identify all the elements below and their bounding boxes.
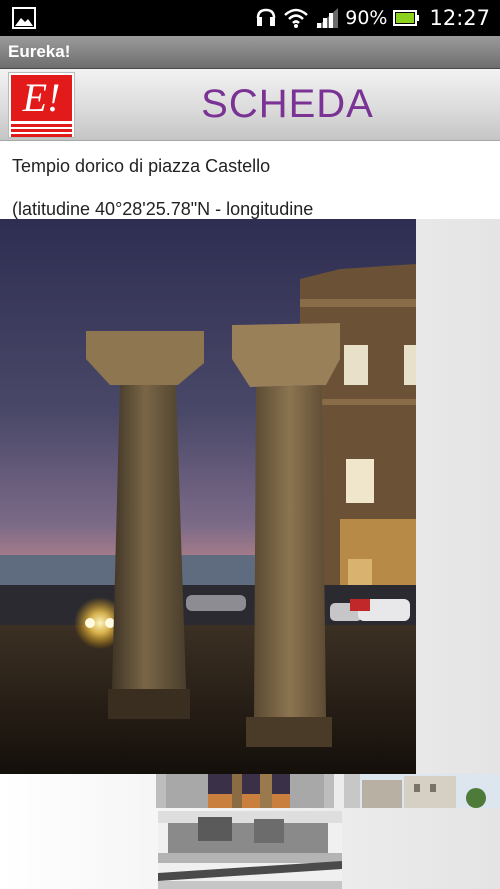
- battery-icon: [393, 10, 420, 26]
- logo-badge: E!: [11, 75, 72, 121]
- logo-stripe: [11, 124, 72, 127]
- status-icons: 90% 12:27: [255, 0, 490, 36]
- place-name: Tempio dorico di piazza Castello: [12, 156, 271, 176]
- app-title: Eureka!: [8, 42, 71, 61]
- coordinates-clip: (latitudine 40°28'25.78"N - longitudine: [0, 199, 500, 219]
- signal-icon: [316, 8, 339, 28]
- logo-stripe: [11, 129, 72, 132]
- header: E! SCHEDA: [0, 69, 500, 141]
- logo-text: E!: [22, 75, 61, 120]
- wifi-icon: [284, 8, 309, 28]
- logo-stripe: [11, 134, 72, 137]
- thumbnail-temple[interactable]: [156, 774, 334, 808]
- headset-icon: [256, 8, 276, 26]
- temple-columns-photo[interactable]: [0, 219, 416, 774]
- detail-content[interactable]: Tempio dorico di piazza Castello (latitu…: [0, 141, 500, 889]
- app-title-bar: Eureka!: [0, 36, 500, 69]
- battery-percent: 90%: [345, 7, 388, 29]
- coordinates-text: (latitudine 40°28'25.78"N - longitudine: [12, 199, 314, 219]
- gallery-icon: [12, 7, 36, 29]
- eureka-logo[interactable]: E!: [8, 72, 75, 138]
- thumbnail-street[interactable]: [344, 774, 500, 808]
- page-title: SCHEDA: [201, 82, 374, 126]
- status-bar: 90% 12:27: [0, 0, 500, 36]
- thumbnail-castle-bw[interactable]: [158, 811, 342, 889]
- clock: 12:27: [429, 6, 490, 30]
